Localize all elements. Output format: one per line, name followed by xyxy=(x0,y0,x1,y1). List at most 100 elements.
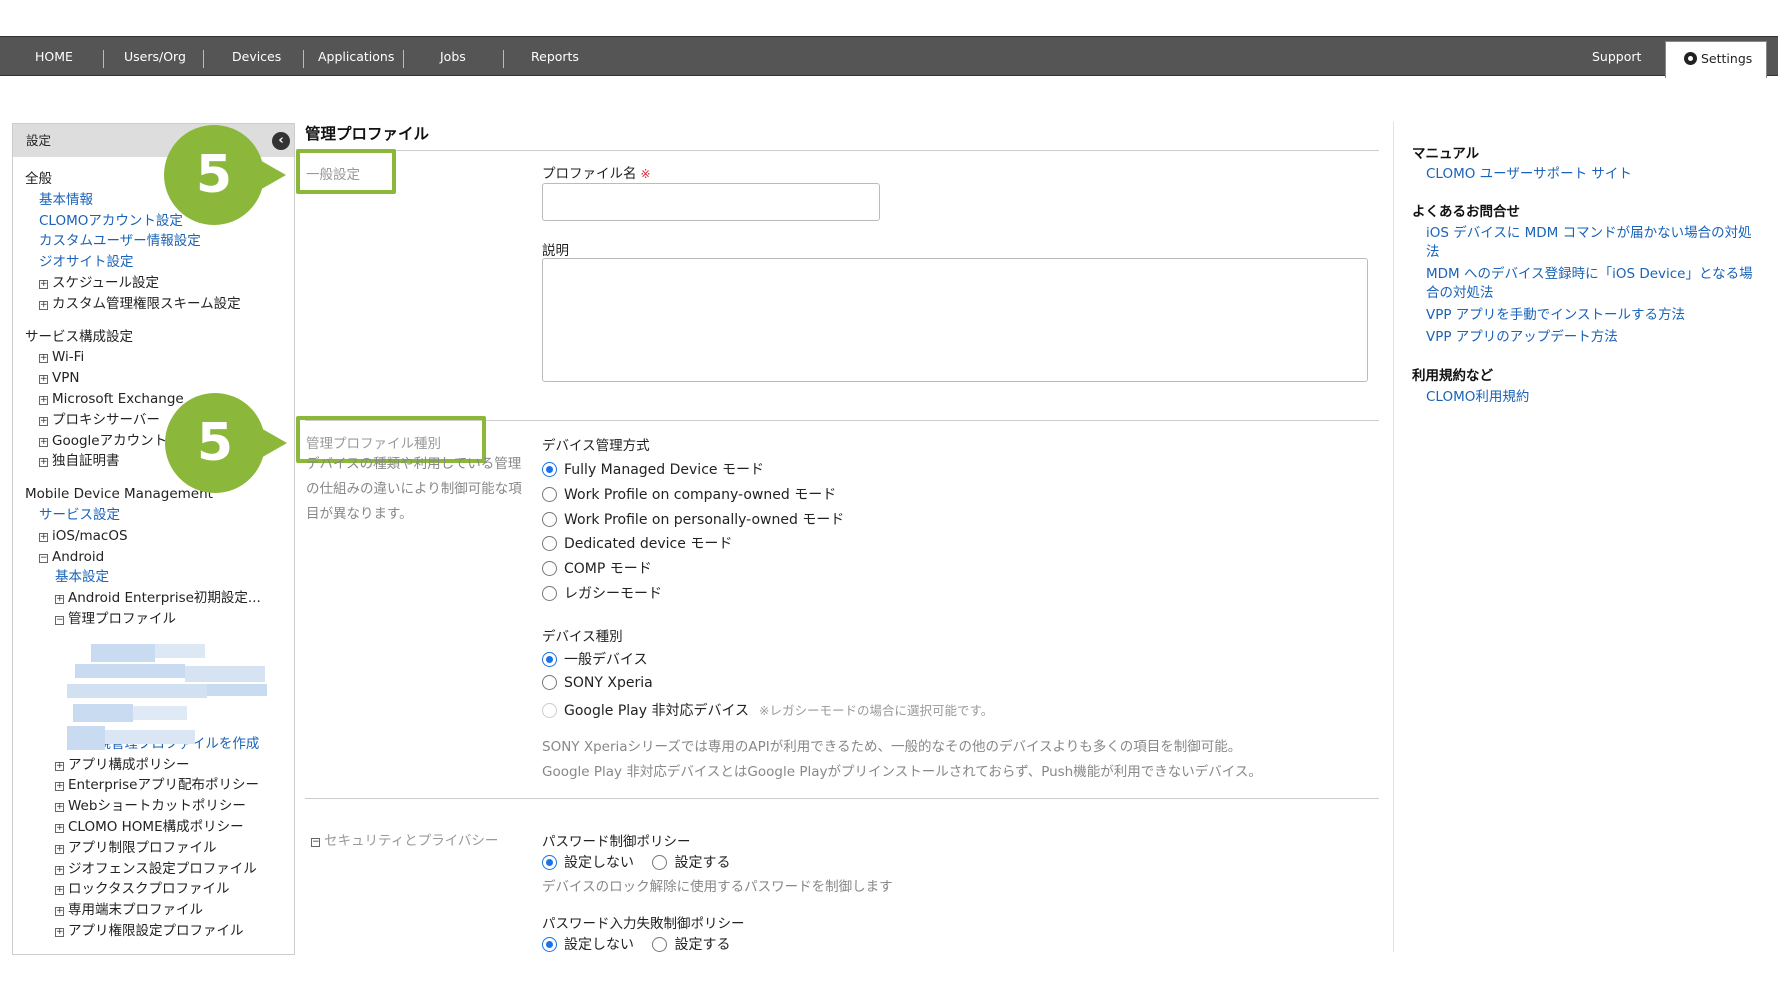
radio-label: Google Play 非対応デバイス xyxy=(564,703,750,719)
sidebar-item-label: Android Enterprise初期設定... xyxy=(68,590,261,607)
sidebar-tree-item[interactable]: + CLOMO HOME構成ポリシー xyxy=(25,817,261,838)
profile-name-input[interactable] xyxy=(542,183,880,221)
divider xyxy=(305,798,1379,799)
sidebar-tree-item[interactable]: + アプリ権限設定プロファイル xyxy=(25,921,261,942)
google-play-note: Google Play 非対応デバイスとはGoogle Playがプリインストー… xyxy=(542,764,1262,780)
password-policy-off[interactable]: 設定しない xyxy=(542,855,634,871)
expand-icon[interactable]: + xyxy=(55,782,64,792)
sidebar-tree-item[interactable]: + Wi-Fi xyxy=(25,347,261,368)
description-label: 説明 xyxy=(542,243,569,259)
sidebar-tree-item[interactable]: + Enterpriseアプリ配布ポリシー xyxy=(25,775,261,796)
faq-link[interactable]: VPP アプリのアップデート方法 xyxy=(1426,328,1756,347)
sidebar-tree-item[interactable]: + iOS/macOS xyxy=(25,526,261,547)
radio-icon xyxy=(542,674,557,690)
expand-icon[interactable]: + xyxy=(39,458,48,468)
sidebar-item-label: Enterpriseアプリ配布ポリシー xyxy=(68,777,259,794)
device-type-option[interactable]: 一般デバイス xyxy=(542,649,648,669)
expand-icon[interactable]: + xyxy=(55,803,64,813)
device-type-option[interactable]: SONY Xperia xyxy=(542,674,653,691)
mgmt-method-option[interactable]: Dedicated device モード xyxy=(542,533,732,553)
radio-label: COMP モード xyxy=(564,561,652,578)
sidebar-item-label: 専用端末プロファイル xyxy=(68,902,203,919)
sidebar-tree-item[interactable]: サービス設定 xyxy=(25,505,261,526)
badge-pointer xyxy=(258,159,286,191)
mgmt-method-option[interactable]: COMP モード xyxy=(542,558,652,578)
expand-icon[interactable]: + xyxy=(39,279,48,289)
radio-icon xyxy=(542,536,557,552)
sidebar-tree-item[interactable]: + 専用端末プロファイル xyxy=(25,900,261,921)
expand-icon[interactable]: + xyxy=(55,907,64,917)
sidebar-item-label: Microsoft Exchange xyxy=(52,390,184,407)
sidebar-tree-item[interactable]: + VPN xyxy=(25,368,261,389)
nav-support[interactable]: Support xyxy=(1592,37,1641,77)
sidebar-tree-item[interactable]: + ジオフェンス設定プロファイル xyxy=(25,859,261,880)
radio-label: レガシーモード xyxy=(564,586,662,602)
mgmt-method-option[interactable]: Work Profile on personally-owned モード xyxy=(542,509,844,529)
expand-icon[interactable]: + xyxy=(55,595,64,605)
faq-link[interactable]: MDM へのデバイス登録時に「iOS Device」となる場合の対処法 xyxy=(1426,265,1756,302)
expand-icon[interactable]: + xyxy=(39,437,48,447)
sidebar-tree-item[interactable]: ジオサイト設定 xyxy=(25,252,261,273)
radio-icon xyxy=(542,703,557,718)
faq-heading: よくあるお問合せ xyxy=(1412,204,1520,220)
expand-icon[interactable]: + xyxy=(39,395,48,405)
expand-icon[interactable]: + xyxy=(39,375,48,385)
nav-applications[interactable]: Applications xyxy=(318,37,394,77)
sidebar-item-label: 基本情報 xyxy=(39,191,93,208)
sidebar-tree-item: サービス構成設定 xyxy=(25,327,261,348)
gear-icon xyxy=(1684,52,1697,65)
nav-users-org[interactable]: Users/Org xyxy=(124,37,186,77)
collapse-icon[interactable]: − xyxy=(39,553,48,563)
sidebar-tree-item[interactable]: カスタムユーザー情報設定 xyxy=(25,231,261,252)
password-policy-on[interactable]: 設定する xyxy=(652,855,730,871)
sidebar-tree-item[interactable]: − 管理プロファイル xyxy=(25,609,261,630)
sidebar-tree-item[interactable]: + カスタム管理権限スキーム設定 xyxy=(25,294,261,315)
expand-icon[interactable]: + xyxy=(55,823,64,833)
sidebar-tree-item[interactable]: − Android xyxy=(25,547,261,568)
sidebar-item-label: Wi-Fi xyxy=(52,349,85,366)
sidebar-item-label: 基本設定 xyxy=(55,569,109,586)
password-fail-on[interactable]: 設定する xyxy=(652,937,730,953)
mgmt-method-option[interactable]: Work Profile on company-owned モード xyxy=(542,484,836,504)
expand-icon[interactable]: + xyxy=(39,354,48,364)
manual-link[interactable]: CLOMO ユーザーサポート サイト xyxy=(1426,165,1756,184)
page-title: 管理プロファイル xyxy=(305,125,430,143)
sidebar-tree-item[interactable]: + Android Enterprise初期設定... xyxy=(25,588,261,609)
sidebar-tree-item[interactable]: + Webショートカットポリシー xyxy=(25,796,261,817)
faq-link[interactable]: iOS デバイスに MDM コマンドが届かない場合の対処法 xyxy=(1426,224,1756,261)
section-label-security[interactable]: − セキュリティとプライバシー xyxy=(311,829,498,849)
description-textarea[interactable] xyxy=(542,258,1368,382)
expand-icon[interactable]: + xyxy=(39,300,48,310)
nav-jobs[interactable]: Jobs xyxy=(440,37,466,77)
expand-icon[interactable]: + xyxy=(55,761,64,771)
sidebar-item-label: ロックタスクプロファイル xyxy=(68,881,230,898)
collapse-icon[interactable]: − xyxy=(55,615,64,625)
sidebar-tree-item[interactable]: 基本設定 xyxy=(25,567,261,588)
sidebar-item-label: プロキシサーバー xyxy=(52,411,160,428)
chevron-left-icon[interactable]: ‹ xyxy=(272,132,290,150)
terms-heading: 利用規約など xyxy=(1412,368,1493,384)
radio-note: ※レガシーモードの場合に選択可能です。 xyxy=(759,703,994,718)
mgmt-method-option[interactable]: Fully Managed Device モード xyxy=(542,459,764,479)
password-fail-radios: 設定しない 設定する xyxy=(542,934,730,954)
expand-icon[interactable]: + xyxy=(39,532,48,542)
sidebar-item-label: サービス構成設定 xyxy=(25,328,133,345)
expand-icon[interactable]: + xyxy=(55,927,64,937)
expand-icon[interactable]: + xyxy=(39,416,48,426)
nav-reports[interactable]: Reports xyxy=(531,37,579,77)
expand-icon[interactable]: + xyxy=(55,865,64,875)
sidebar-tree-item[interactable]: + アプリ制限プロファイル xyxy=(25,838,261,859)
sidebar-tree-item[interactable]: + スケジュール設定 xyxy=(25,273,261,294)
expand-icon[interactable]: + xyxy=(55,844,64,854)
terms-link[interactable]: CLOMO利用規約 xyxy=(1426,388,1756,407)
radio-label: Dedicated device モード xyxy=(564,536,733,553)
sidebar-tree-item[interactable]: + ロックタスクプロファイル xyxy=(25,879,261,900)
nav-home[interactable]: HOME xyxy=(35,37,73,77)
faq-link[interactable]: VPP アプリを手動でインストールする方法 xyxy=(1426,306,1756,325)
mgmt-method-option[interactable]: レガシーモード xyxy=(542,583,662,603)
profile-name-label-text: プロファイル名 xyxy=(542,166,637,182)
expand-icon[interactable]: + xyxy=(55,886,64,896)
password-fail-off[interactable]: 設定しない xyxy=(542,937,634,953)
nav-settings-tab[interactable]: Settings xyxy=(1665,41,1767,78)
nav-devices[interactable]: Devices xyxy=(232,37,281,77)
